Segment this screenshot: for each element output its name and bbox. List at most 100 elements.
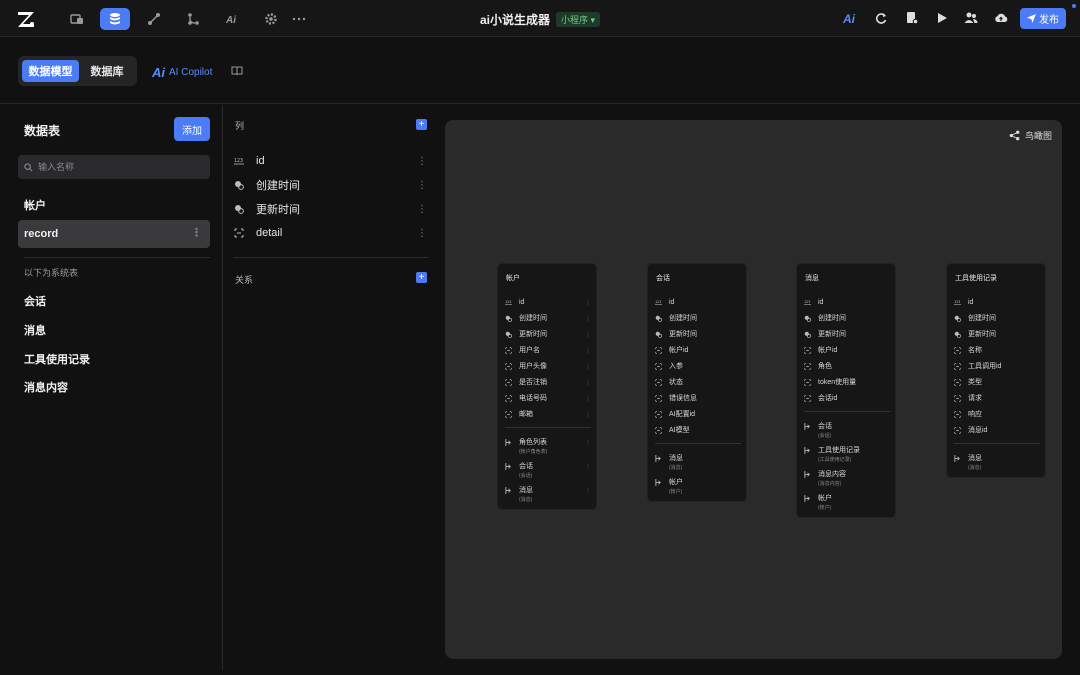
settings-icon[interactable] [256,8,286,30]
tab-database[interactable]: 数据库 [81,60,133,82]
card-field[interactable]: 错误信息 [655,391,741,405]
app-logo-icon[interactable] [16,9,36,29]
add-column-button[interactable]: + [416,119,427,130]
play-icon[interactable] [933,9,951,27]
ai-icon[interactable]: Ai [217,8,247,30]
logic-icon[interactable] [178,8,208,30]
divider [804,411,890,412]
card-field[interactable]: 创建时间 [655,311,741,325]
card-field[interactable]: 123 id ⋮ [505,295,591,309]
card-field[interactable]: 名称 [954,343,1040,357]
card-relation[interactable]: 会话 (会话) [804,421,890,441]
search-input[interactable] [38,162,198,172]
ai-copilot-button[interactable]: Ai AI Copilot [152,65,212,80]
card-field[interactable]: 123 id [655,295,741,309]
table-card[interactable]: 会话 123 id 创建时间 更新时间 帐户id 入参 状态 错误信息 AI配置id AI模型 消息 (… [647,263,747,502]
card-relation[interactable]: 帐户 (帐户) [804,493,890,513]
more-vertical-icon[interactable]: ⋮ [585,463,591,470]
card-field[interactable]: AI配置id [655,407,741,421]
card-field[interactable]: 123 id [954,295,1040,309]
column-row[interactable]: 创建时间 ⋮ [233,175,429,195]
more-vertical-icon[interactable]: ⋮ [417,204,427,215]
card-field[interactable]: 创建时间 [954,311,1040,325]
more-vertical-icon[interactable]: ⋮ [585,347,591,354]
card-relation[interactable]: 帐户 (帐户) [655,477,741,497]
card-field[interactable]: 角色 [804,359,890,373]
card-relation[interactable]: 消息 (消息) [954,453,1040,473]
column-row[interactable]: 更新时间 ⋮ [233,199,429,219]
card-field[interactable]: 用户名 ⋮ [505,343,591,357]
more-vertical-icon[interactable]: ⋮ [585,331,591,338]
add-relation-button[interactable]: + [416,272,427,283]
card-relation[interactable]: 角色列表 (帐户角色表) ⋮ [505,437,591,457]
card-field[interactable]: 更新时间 [954,327,1040,341]
er-diagram-canvas[interactable]: 鸟瞰图 帐户 123 id ⋮ 创建时间 ⋮ 更新时间 ⋮ 用户名 ⋮ 用户头像 ⋮ 是否注销 ⋮ 电话号码… [445,120,1062,659]
column-row[interactable]: 123 id ⋮ [233,151,429,171]
card-field[interactable]: 消息id [954,423,1040,437]
tab-data-model[interactable]: 数据模型 [22,60,79,82]
card-field[interactable]: 工具调用id [954,359,1040,373]
table-item-selected[interactable]: record ⋮ [18,220,210,248]
database-icon[interactable] [100,8,130,30]
card-field[interactable]: 用户头像 ⋮ [505,359,591,373]
table-card[interactable]: 工具使用记录 123 id 创建时间 更新时间 名称 工具调用id 类型 请求 响应 消息id 消息 (… [946,263,1046,478]
more-vertical-icon[interactable]: ⋮ [417,156,427,167]
column-row[interactable]: detail ⋮ [233,223,429,243]
system-table-item[interactable]: 工具使用记录 [18,345,210,373]
table-item[interactable]: 帐户 [18,191,210,219]
table-card[interactable]: 消息 123 id 创建时间 更新时间 帐户id 角色 token使用量 会话id 会话 (会话) 工… [796,263,896,518]
refresh-icon[interactable] [872,9,890,27]
more-vertical-icon[interactable]: ⋮ [585,487,591,494]
workflow-icon[interactable] [139,8,169,30]
table-card[interactable]: 帐户 123 id ⋮ 创建时间 ⋮ 更新时间 ⋮ 用户名 ⋮ 用户头像 ⋮ 是否注销 ⋮ 电话号码 ⋮ 邮箱 ⋮… [497,263,597,510]
card-relation[interactable]: 消息 (消息) ⋮ [505,485,591,505]
pages-icon[interactable] [62,8,92,30]
card-field[interactable]: 会话id [804,391,890,405]
users-icon[interactable] [962,9,980,27]
more-vertical-icon[interactable]: ⋮ [585,299,591,306]
birdview-button[interactable]: 鸟瞰图 [1009,129,1052,142]
add-table-button[interactable]: 添加 [174,117,210,141]
publish-button[interactable]: 发布 [1020,8,1066,29]
card-field[interactable]: 帐户id [655,343,741,357]
card-relation[interactable]: 会话 (会话) ⋮ [505,461,591,481]
card-field[interactable]: 电话号码 ⋮ [505,391,591,405]
ai-assistant-icon[interactable]: Ai [841,9,859,27]
platform-badge[interactable]: 小程序 ▾ [555,12,601,27]
card-relation[interactable]: 工具使用记录 (工具使用记录) [804,445,890,465]
more-vertical-icon[interactable]: ⋮ [585,379,591,386]
more-vertical-icon[interactable]: ⋮ [585,439,591,446]
card-field[interactable]: 响应 [954,407,1040,421]
card-field[interactable]: token使用量 [804,375,890,389]
page-settings-icon[interactable] [903,9,921,27]
card-field[interactable]: 更新时间 [655,327,741,341]
card-field[interactable]: 请求 [954,391,1040,405]
more-vertical-icon[interactable]: ⋮ [417,180,427,191]
card-field[interactable]: 创建时间 [804,311,890,325]
card-relation[interactable]: 消息 (消息) [655,453,741,473]
more-vertical-icon[interactable]: ⋮ [585,363,591,370]
card-field[interactable]: 更新时间 ⋮ [505,327,591,341]
cloud-upload-icon[interactable] [992,9,1010,27]
card-field[interactable]: 邮箱 ⋮ [505,407,591,421]
card-field[interactable]: 类型 [954,375,1040,389]
system-table-item[interactable]: 消息 [18,316,210,344]
docs-book-icon[interactable] [231,65,243,77]
system-table-item[interactable]: 消息内容 [18,373,210,401]
more-vertical-icon[interactable]: ⋮ [585,315,591,322]
card-field[interactable]: 123 id [804,295,890,309]
card-field[interactable]: 是否注销 ⋮ [505,375,591,389]
more-vertical-icon[interactable]: ⋮ [585,395,591,402]
more-icon[interactable] [284,8,314,30]
more-vertical-icon[interactable]: ⋮ [417,228,427,239]
more-vertical-icon[interactable]: ⋮ [585,411,591,418]
card-field[interactable]: 入参 [655,359,741,373]
more-vertical-icon[interactable]: ⋮ [191,226,202,239]
card-field[interactable]: 状态 [655,375,741,389]
system-table-item[interactable]: 会话 [18,287,210,315]
card-field[interactable]: AI模型 [655,423,741,437]
card-field[interactable]: 帐户id [804,343,890,357]
card-field[interactable]: 更新时间 [804,327,890,341]
card-relation[interactable]: 消息内容 (消息内容) [804,469,890,489]
card-field[interactable]: 创建时间 ⋮ [505,311,591,325]
